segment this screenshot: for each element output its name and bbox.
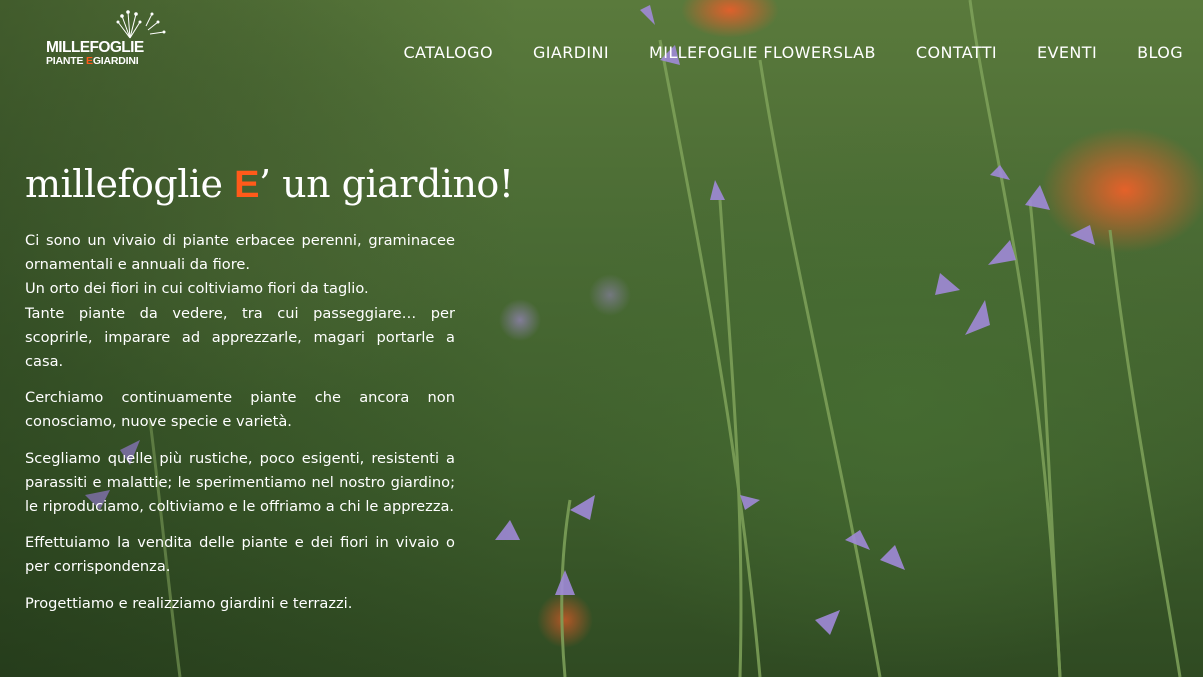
title-part1: millefoglie — [25, 162, 235, 206]
title-accent: E — [234, 164, 259, 206]
intro-line-vivaio: Ci sono un vivaio di piante erbacee pere… — [25, 232, 455, 274]
tagline-accent: E — [86, 55, 93, 67]
nav-eventi[interactable]: EVENTI — [1037, 42, 1097, 64]
tagline-part1: PIANTE — [46, 55, 87, 67]
intro-line-piante: Tante piante da vedere, tra cui passeggi… — [25, 304, 455, 371]
nav-blog[interactable]: BLOG — [1137, 42, 1183, 64]
paragraph-vendita: Effettuiamo la vendita delle piante e de… — [25, 534, 455, 576]
paragraph-ricerca: Cerchiamo continuamente piante che ancor… — [25, 389, 455, 431]
paragraph-scelta: Scegliamo quelle più rustiche, poco esig… — [25, 449, 455, 516]
paragraph-progettazione: Progettiamo e realizziamo giardini e ter… — [25, 594, 353, 612]
title-part2: ’ un giardino! — [258, 162, 514, 206]
intro-line-orto: Un orto dei fiori in cui coltiviamo fior… — [25, 280, 369, 298]
intro-text: Ci sono un vivaio di piante erbacee pere… — [25, 229, 455, 628]
main-nav: CATALOGO GIARDINI MILLEFOGLIE FLOWERSLAB… — [403, 42, 1183, 64]
page-title: millefoglie E’ un giardino! — [25, 162, 514, 207]
dandelion-icon — [116, 10, 166, 39]
nav-giardini[interactable]: GIARDINI — [533, 42, 609, 64]
brand-name: MILLEFOGLIE — [46, 39, 144, 56]
nav-flowerslab[interactable]: MILLEFOGLIE FLOWERSLAB — [649, 42, 876, 64]
nav-contatti[interactable]: CONTATTI — [916, 42, 997, 64]
brand-tagline: PIANTE EGIARDINI — [46, 55, 139, 67]
nav-catalogo[interactable]: CATALOGO — [403, 42, 492, 64]
intro-paragraph: Ci sono un vivaio di piante erbacee pere… — [25, 229, 455, 374]
tagline-part2: GIARDINI — [92, 55, 139, 67]
site-header: MILLEFOGLIE PIANTE EGIARDINI CATALOGO GI… — [0, 0, 1203, 100]
site-logo[interactable]: MILLEFOGLIE PIANTE EGIARDINI — [46, 8, 176, 70]
